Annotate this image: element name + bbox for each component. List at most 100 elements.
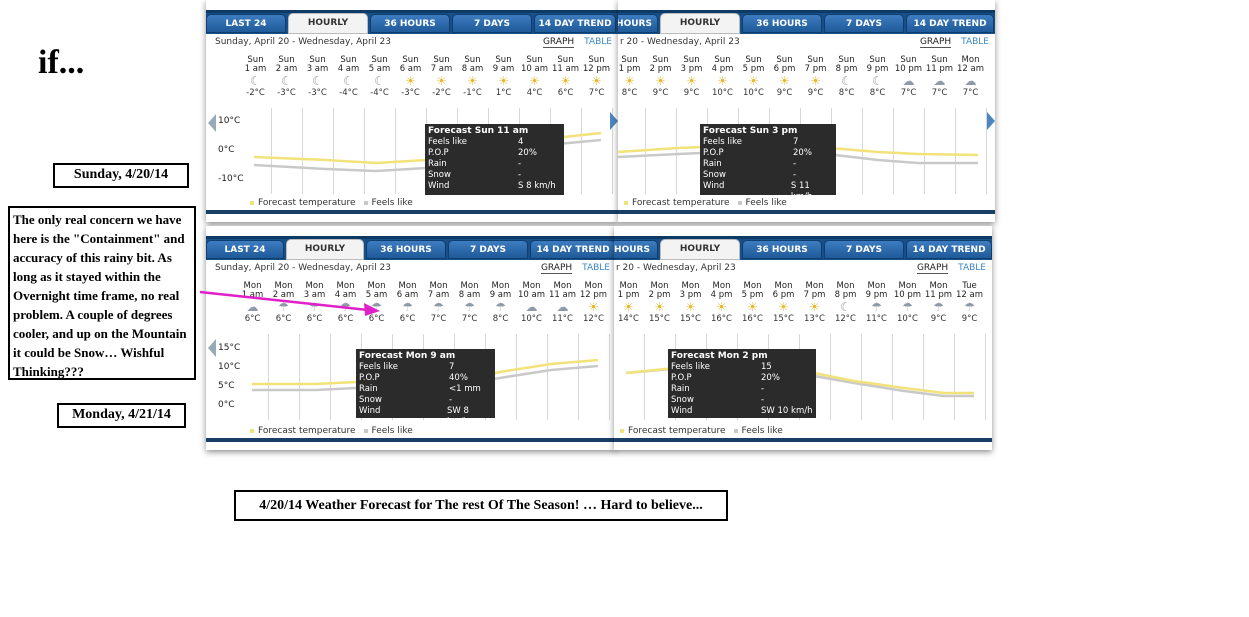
tooltip-key: Rain <box>428 159 447 169</box>
tooltip-key: Feels like <box>671 362 710 372</box>
graph-legend: Forecast temperature Feels like <box>624 198 787 208</box>
forecast-tooltip: Forecast Sun 3 pm Feels like 7 P.O.P 20% Rain… <box>700 124 836 202</box>
tooltip-row: Wind S 8 km/h <box>428 181 561 192</box>
forecast-swatch <box>620 428 624 433</box>
tooltip-key: P.O.P <box>671 373 692 383</box>
tooltip-value: 4 <box>518 137 524 147</box>
tooltip-row: Feels like 7 <box>703 137 833 148</box>
feels-swatch <box>733 428 738 433</box>
tooltip-row: Snow - <box>428 170 561 181</box>
tooltip-row: P.O.P 20% <box>703 148 833 159</box>
tooltip-key: Snow <box>428 170 451 180</box>
tooltip-value: - <box>761 395 765 405</box>
legend-forecast: Forecast temperature <box>258 426 356 436</box>
legend-feels: Feels like <box>741 426 783 436</box>
scroll-right-arrow[interactable] <box>987 112 995 130</box>
tooltip-key: P.O.P <box>428 148 449 158</box>
scroll-right-arrow[interactable] <box>610 112 618 130</box>
tooltip-key: Feels like <box>703 137 742 147</box>
tooltip-key: Snow <box>671 395 694 405</box>
forecast-swatch <box>250 200 254 205</box>
tooltip-key: Feels like <box>428 137 467 147</box>
tooltip-row: Rain <1 mm <box>359 384 492 395</box>
tooltip-key: Wind <box>671 406 693 416</box>
tooltip-value: - <box>518 159 522 169</box>
panel-bottom-bar <box>206 210 618 214</box>
tooltip-row: P.O.P 20% <box>428 148 561 159</box>
forecast-caption: 4/20/14 Weather Forecast for The rest Of… <box>234 490 728 521</box>
tooltip-row: Snow - <box>703 170 833 181</box>
graph-legend: Forecast temperature Feels like <box>250 198 413 208</box>
forecast-tooltip: Forecast Mon 9 am Feels like 7 P.O.P 40% Rain… <box>356 349 495 427</box>
legend-forecast: Forecast temperature <box>632 198 730 208</box>
tooltip-key: Feels like <box>359 362 398 372</box>
tooltip-row: Snow - <box>359 395 492 406</box>
scroll-left-arrow[interactable] <box>208 339 216 357</box>
forecast-panel-sun-pm: HOURS HOURLY 36 HOURS 7 DAYS 14 DAY TREND r 2… <box>618 0 995 222</box>
tooltip-value: 7 <box>449 362 455 372</box>
tooltip-title: Forecast Sun 11 am <box>428 126 529 136</box>
tooltip-value: - <box>793 170 797 180</box>
tooltip-value: SW 10 km/h <box>761 406 813 416</box>
tooltip-value: 20% <box>518 148 537 158</box>
tooltip-value: S 8 km/h <box>518 181 556 191</box>
tooltip-row: Wind SW 8 km/h <box>359 406 492 428</box>
tooltip-title: Forecast Mon 2 pm <box>671 351 768 361</box>
tooltip-value: 20% <box>761 373 780 383</box>
page-title: if... <box>38 44 85 81</box>
tooltip-key: Rain <box>703 159 722 169</box>
tooltip-key: Wind <box>359 406 381 416</box>
feels-swatch <box>363 428 368 433</box>
tooltip-key: Snow <box>703 170 726 180</box>
tooltip-key: Wind <box>428 181 450 191</box>
forecast-panel-mon-pm: HOURS HOURLY 36 HOURS 7 DAYS 14 DAY TREND r 2… <box>614 226 992 450</box>
graph-legend: Forecast temperature Feels like <box>620 426 783 436</box>
monday-date-label: Monday, 4/21/14 <box>57 403 186 428</box>
tooltip-row: Rain - <box>428 159 561 170</box>
tooltip-row: Wind SW 10 km/h <box>671 406 813 417</box>
tooltip-value: SW 8 km/h <box>446 406 469 427</box>
tooltip-row: Rain - <box>703 159 833 170</box>
feels-swatch <box>363 200 368 205</box>
tooltip-key: Rain <box>671 384 690 394</box>
forecast-tooltip: Forecast Mon 2 pm Feels like 15 P.O.P 20% Rai… <box>668 349 816 418</box>
tooltip-key: Rain <box>359 384 378 394</box>
panel-bottom-bar <box>206 438 616 442</box>
tooltip-row: Rain - <box>671 384 813 395</box>
tooltip-key: P.O.P <box>359 373 380 383</box>
sunday-date-label: Sunday, 4/20/14 <box>53 163 189 188</box>
tooltip-row: Feels like 7 <box>359 362 492 373</box>
tooltip-row: Snow - <box>671 395 813 406</box>
forecast-panel-mon-am: LAST 24 HOURS HOURLY 36 HOURS 7 DAYS 14 DAY … <box>206 226 616 450</box>
scroll-left-arrow[interactable] <box>208 114 216 132</box>
tooltip-key: P.O.P <box>703 148 724 158</box>
tooltip-value: 7 <box>793 137 799 147</box>
tooltip-title: Forecast Sun 3 pm <box>703 126 798 136</box>
tooltip-key: Snow <box>359 395 382 405</box>
legend-feels: Feels like <box>371 198 413 208</box>
graph-legend: Forecast temperature Feels like <box>250 426 413 436</box>
commentary-note: The only real concern we have here is th… <box>8 206 196 380</box>
tooltip-row: P.O.P 20% <box>671 373 813 384</box>
panel-bottom-bar <box>618 210 995 214</box>
tooltip-row: Feels like 4 <box>428 137 561 148</box>
tooltip-value: 20% <box>793 148 812 158</box>
tooltip-value: S 11 km/h <box>790 181 813 202</box>
panel-bottom-bar <box>614 438 992 442</box>
tooltip-value: <1 mm <box>449 384 481 394</box>
forecast-swatch <box>624 200 628 205</box>
tooltip-value: 40% <box>449 373 468 383</box>
legend-feels: Feels like <box>371 426 413 436</box>
tooltip-title: Forecast Mon 9 am <box>359 351 456 361</box>
tooltip-value: - <box>518 170 522 180</box>
tooltip-value: - <box>761 384 765 394</box>
feels-swatch <box>737 200 742 205</box>
tooltip-row: P.O.P 40% <box>359 373 492 384</box>
tooltip-value: - <box>793 159 797 169</box>
legend-forecast: Forecast temperature <box>628 426 726 436</box>
legend-forecast: Forecast temperature <box>258 198 356 208</box>
tooltip-value: 15 <box>761 362 772 372</box>
tooltip-value: - <box>449 395 453 405</box>
forecast-tooltip: Forecast Sun 11 am Feels like 4 P.O.P 20% Rai… <box>425 124 564 195</box>
tooltip-row: Feels like 15 <box>671 362 813 373</box>
